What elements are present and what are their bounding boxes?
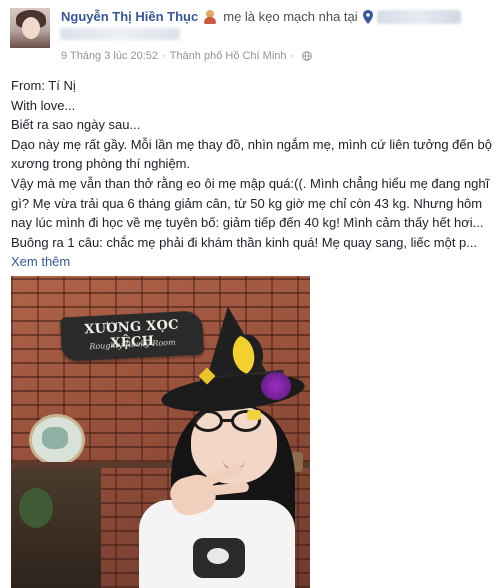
post-line: Biết ra sao ngày sau... (11, 117, 141, 133)
post-line: Vậy mà mẹ vẫn than thở rằng eo ôi mẹ mập… (11, 175, 490, 250)
facebook-post: Nguyễn Thị Hiền Thục mẹ là kẹo mạch nha … (0, 0, 503, 588)
hair-bow (247, 410, 261, 420)
post-photo[interactable]: XƯƠNG XỌC XỆCH Roughly Rocky Room (11, 276, 310, 588)
meta-separator: · (162, 50, 166, 62)
globe-icon[interactable] (302, 51, 312, 61)
post-line: From: Tí Nị (11, 78, 76, 93)
blurred-place-name (376, 9, 461, 24)
post-line: With love... (11, 97, 76, 113)
post-header: Nguyễn Thị Hiền Thục mẹ là kẹo mạch nha … (61, 9, 461, 24)
post-line: Dạo này mẹ rất gầy. Mỗi lần mẹ thay đồ, … (11, 136, 492, 172)
author-name[interactable]: Nguyễn Thị Hiền Thục (61, 9, 198, 24)
hat-purple-pompom (261, 372, 291, 400)
post-location[interactable]: Thành phố Hồ Chí Minh (170, 50, 287, 62)
plant-corner (11, 468, 101, 588)
person-feeling-icon (203, 9, 217, 24)
map-pin-icon (362, 9, 373, 24)
post-body: From: Tí Nị With love... Biết ra sao ngà… (11, 76, 495, 272)
cafe-sign: XƯƠNG XỌC XỆCH Roughly Rocky Room (59, 310, 205, 362)
shirt-print (193, 538, 245, 578)
decorative-plate (29, 414, 85, 466)
post-meta: 9 Tháng 3 lúc 20:52 · Thành phố Hồ Chí M… (61, 50, 312, 62)
blurred-second-line (60, 28, 180, 40)
meta-separator-2: · (290, 50, 295, 62)
post-timestamp[interactable]: 9 Tháng 3 lúc 20:52 (61, 50, 158, 62)
status-text: mẹ là kẹo mạch nha tại (223, 9, 358, 24)
see-more-link[interactable]: Xem thêm (11, 254, 70, 269)
author-avatar[interactable] (10, 8, 50, 48)
avatar-face (22, 17, 40, 39)
post-paragraph-last: Vậy mà mẹ vẫn than thở rằng eo ôi mẹ mập… (11, 174, 495, 272)
